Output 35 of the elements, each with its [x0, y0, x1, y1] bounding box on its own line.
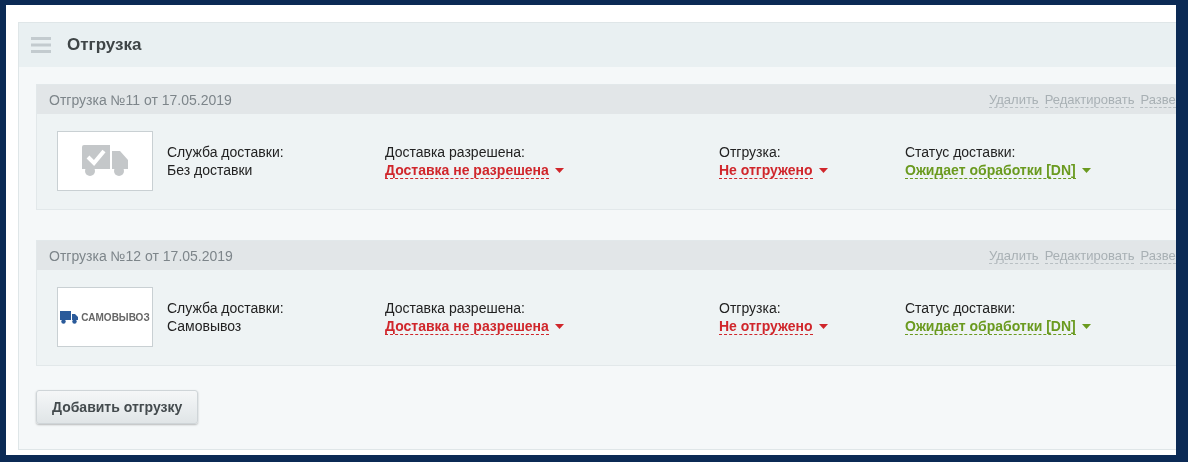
field-label: Доставка разрешена:	[385, 299, 525, 316]
action-link[interactable]: Разве	[1140, 247, 1176, 264]
caret-icon[interactable]	[554, 167, 564, 173]
field-label: Отгрузка:	[719, 143, 781, 160]
caret-icon[interactable]	[1081, 167, 1091, 173]
action-link[interactable]: Редактировать	[1044, 91, 1135, 108]
truck-icon	[60, 310, 79, 324]
field-value: Самовывоз	[167, 317, 242, 334]
action-link[interactable]: Удалить	[989, 247, 1039, 264]
caret-icon[interactable]	[818, 323, 828, 329]
caret-icon[interactable]	[818, 167, 828, 173]
caret-icon[interactable]	[1081, 323, 1091, 329]
shipment-title: Отгрузка №12 от 17.05.2019	[49, 247, 233, 264]
field-value: Без доставки	[167, 161, 253, 178]
status-dropdown[interactable]: Доставка не разрешена	[385, 317, 549, 335]
field-label: Статус доставки:	[905, 143, 1016, 160]
status-dropdown[interactable]: Не отгружено	[719, 161, 813, 179]
add-shipment-button[interactable]: Добавить отгрузку	[36, 390, 199, 424]
action-link[interactable]: Разве	[1140, 91, 1176, 108]
field-label: Отгрузка:	[719, 299, 781, 316]
status-dropdown[interactable]: Ожидает обработки [DN]	[905, 161, 1076, 179]
field-label: Статус доставки:	[905, 299, 1016, 316]
field-label: Служба доставки:	[167, 143, 284, 160]
truck-check-icon	[82, 145, 128, 177]
field-label: Доставка разрешена:	[385, 143, 525, 160]
status-dropdown[interactable]: Доставка не разрешена	[385, 161, 549, 179]
action-link[interactable]: Удалить	[989, 91, 1039, 108]
caret-icon[interactable]	[554, 323, 564, 329]
section-title: Отгрузка	[67, 35, 142, 55]
field-label: Служба доставки:	[167, 299, 284, 316]
action-link[interactable]: Редактировать	[1044, 247, 1135, 264]
status-dropdown[interactable]: Ожидает обработки [DN]	[905, 317, 1076, 335]
shipment-title: Отгрузка №11 от 17.05.2019	[49, 91, 232, 108]
status-dropdown[interactable]: Не отгружено	[719, 317, 813, 335]
logo-text: САМОВЫВОЗ	[81, 311, 150, 323]
